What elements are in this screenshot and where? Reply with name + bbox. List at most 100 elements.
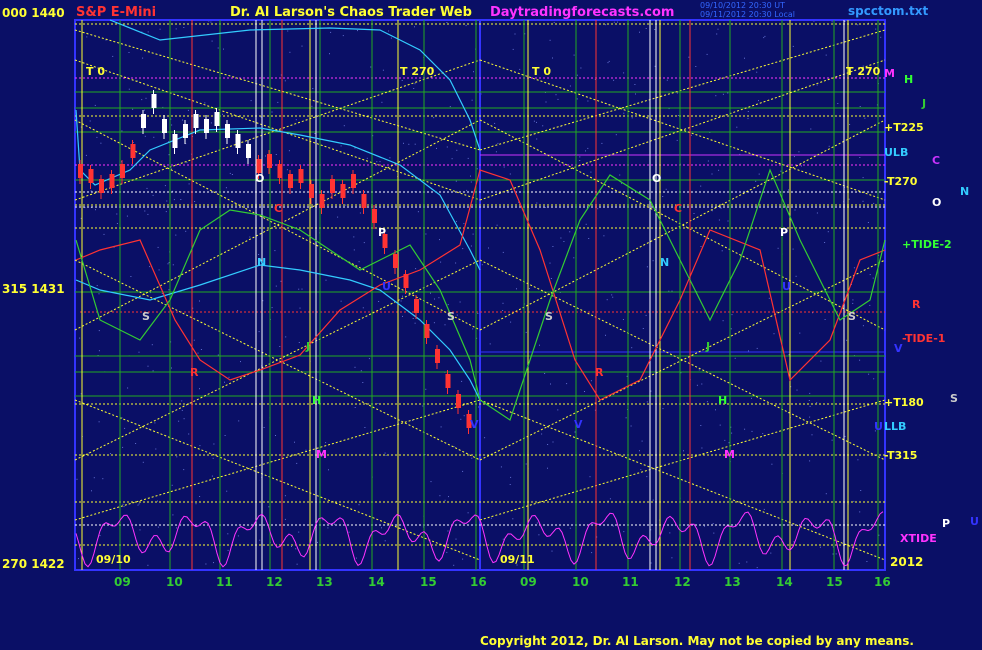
- star-dot: [539, 344, 540, 346]
- planet-marker-label: M: [316, 448, 327, 461]
- timestamp-ut: 09/10/2012 20:30 UT: [700, 1, 785, 10]
- star-dot: [878, 534, 880, 536]
- star-dot: [828, 145, 830, 147]
- site-title: Dr. Al Larson's Chaos Trader Web: [230, 5, 472, 20]
- x-axis-hour-label: 09: [114, 575, 131, 589]
- star-dot: [748, 350, 749, 352]
- star-dot: [328, 469, 329, 471]
- star-dot: [439, 495, 441, 497]
- star-dot: [172, 264, 174, 266]
- star-dot: [496, 224, 498, 226]
- star-dot: [550, 278, 552, 279]
- top-left-price-label: 000 1440: [2, 6, 65, 20]
- price-candle: [445, 374, 451, 388]
- star-dot: [472, 233, 474, 235]
- star-dot: [447, 304, 449, 306]
- star-dot: [825, 493, 827, 495]
- harmonic-diagonal-line: [479, 399, 886, 561]
- x-axis-hour-label: 10: [166, 575, 183, 589]
- star-dot: [228, 376, 230, 378]
- star-dot: [591, 552, 593, 554]
- star-dot: [467, 512, 469, 514]
- star-dot: [223, 48, 224, 50]
- star-dot: [440, 426, 442, 428]
- star-dot: [715, 409, 716, 411]
- star-dot: [274, 250, 276, 252]
- star-dot: [143, 109, 145, 111]
- right-legend-label: V: [894, 342, 903, 355]
- star-dot: [227, 549, 229, 551]
- star-dot: [519, 68, 521, 70]
- star-dot: [860, 490, 862, 491]
- star-dot: [444, 324, 446, 326]
- price-candle: [193, 114, 199, 128]
- price-candle: [414, 299, 419, 313]
- price-candle: [130, 144, 136, 158]
- price-candle: [88, 169, 94, 183]
- star-dot: [617, 21, 618, 23]
- planet-marker-label: C: [674, 202, 682, 215]
- star-dot: [473, 71, 474, 73]
- star-dot: [536, 202, 538, 204]
- star-dot: [258, 331, 260, 333]
- star-dot: [640, 469, 642, 471]
- star-dot: [171, 367, 172, 369]
- star-dot: [412, 318, 414, 319]
- star-dot: [510, 476, 512, 478]
- star-dot: [183, 469, 185, 471]
- star-dot: [718, 169, 720, 171]
- star-dot: [639, 31, 640, 33]
- star-dot: [451, 158, 453, 160]
- star-dot: [439, 239, 440, 241]
- planet-marker-label: U: [782, 280, 791, 293]
- x-axis-hour-label: 11: [622, 575, 639, 589]
- x-axis-hour-label: 12: [266, 575, 283, 589]
- star-dot: [271, 111, 273, 113]
- star-dot: [835, 553, 837, 555]
- star-dot: [298, 288, 300, 290]
- time-marker-1: T 0: [86, 65, 105, 78]
- star-dot: [370, 66, 372, 68]
- price-candle: [235, 134, 241, 148]
- right-legend-label: ULB: [884, 146, 909, 159]
- planet-marker-label: S: [848, 310, 856, 323]
- star-dot: [368, 358, 370, 360]
- star-dot: [746, 561, 748, 563]
- star-dot: [720, 207, 722, 209]
- star-dot: [444, 499, 446, 501]
- price-candle: [172, 134, 178, 148]
- star-dot: [808, 400, 810, 401]
- star-dot: [862, 325, 864, 327]
- star-dot: [724, 439, 726, 441]
- right-legend-label: U: [970, 515, 979, 528]
- star-dot: [358, 504, 360, 506]
- star-dot: [185, 230, 187, 232]
- planet-marker-label: S: [142, 310, 150, 323]
- star-dot: [296, 563, 298, 565]
- star-dot: [550, 383, 551, 385]
- star-dot: [413, 88, 415, 89]
- star-dot: [844, 21, 846, 22]
- star-dot: [112, 55, 114, 57]
- star-dot: [763, 37, 765, 39]
- price-candle: [298, 169, 304, 183]
- star-dot: [400, 300, 402, 302]
- star-dot: [525, 331, 527, 333]
- star-dot: [168, 289, 170, 291]
- price-candle: [435, 349, 440, 363]
- star-dot: [456, 314, 458, 316]
- star-dot: [650, 562, 652, 564]
- star-dot: [453, 446, 455, 448]
- star-dot: [343, 125, 345, 127]
- star-dot: [188, 183, 190, 185]
- star-dot: [414, 143, 416, 145]
- star-dot: [378, 301, 380, 302]
- star-dot: [388, 30, 390, 32]
- star-dot: [403, 142, 404, 144]
- star-dot: [552, 246, 554, 247]
- star-dot: [758, 173, 760, 175]
- timestamp-local: 09/11/2012 20:30 Local: [700, 10, 795, 19]
- price-candle: [109, 174, 115, 188]
- star-dot: [98, 350, 100, 352]
- star-dot: [470, 175, 471, 177]
